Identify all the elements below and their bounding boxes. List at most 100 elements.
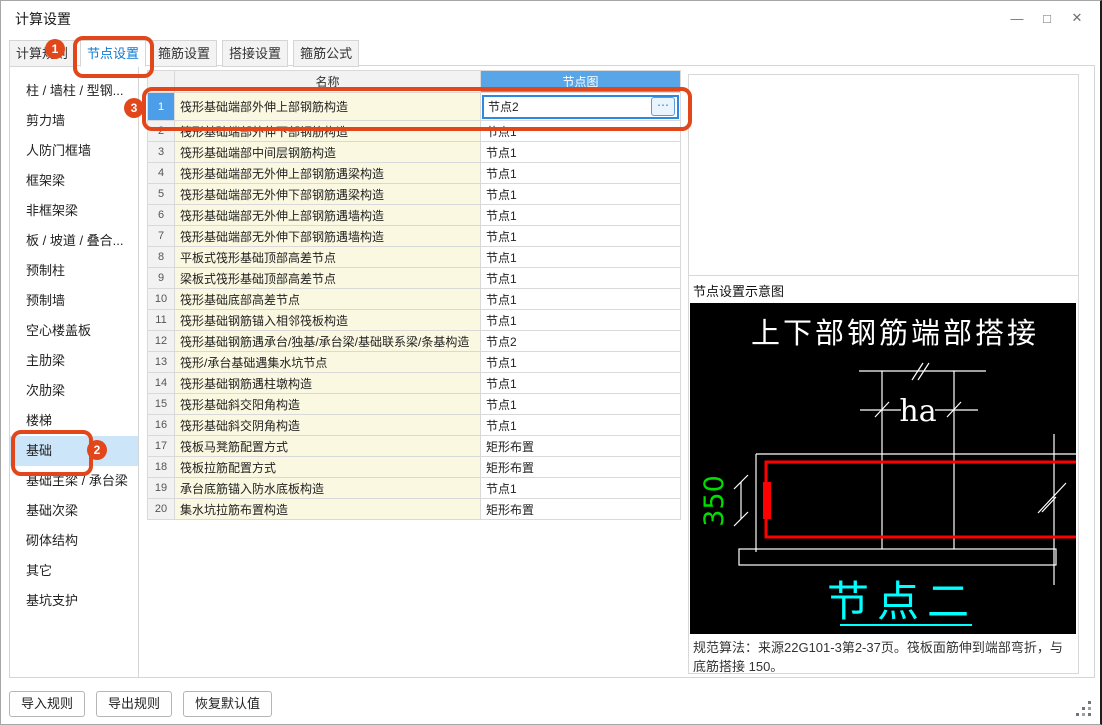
row-number: 15 (147, 393, 175, 415)
sidebar-item[interactable]: 柱 / 墙柱 / 型钢... (10, 76, 138, 106)
tab-content: 柱 / 墙柱 / 型钢... 剪力墙 人防门框墙 框架梁 非框架梁板 / 坡道 / 叠合… (9, 65, 1095, 678)
close-button[interactable]: ✕ (1062, 6, 1092, 30)
sidebar-item[interactable]: 楼梯 (10, 406, 138, 436)
row-name: 筏板马凳筋配置方式 (174, 435, 481, 457)
row-node-value: 节点1 (480, 477, 681, 499)
table-row[interactable]: 9 梁板式筏形基础顶部高差节点 节点1 (147, 267, 681, 289)
table-row[interactable]: 1 筏形基础端部外伸上部钢筋构造 节点2 ⋯ (147, 92, 681, 121)
table-row[interactable]: 17 筏板马凳筋配置方式 矩形布置 (147, 435, 681, 457)
row-number: 19 (147, 477, 175, 499)
header-node-diagram: 节点图 (480, 70, 681, 93)
row-name: 筏形基础端部无外伸下部钢筋遇梁构造 (174, 183, 481, 205)
row-name: 筏形基础端部无外伸上部钢筋遇墙构造 (174, 204, 481, 226)
category-sidebar: 柱 / 墙柱 / 型钢... 剪力墙 人防门框墙 框架梁 非框架梁板 / 坡道 / 叠合… (10, 66, 139, 677)
ellipsis-icon[interactable]: ⋯ (651, 97, 675, 116)
rule-description: 规范算法：来源22G101-3第2-37页。筏板面筋伸到端部弯折，与底筋搭接 1… (693, 640, 1063, 674)
row-node-value: 节点2 (480, 330, 681, 352)
restore-defaults-button[interactable]: 恢复默认值 (183, 691, 273, 717)
row-node-value: 节点1 (480, 309, 681, 331)
sidebar-item[interactable]: 基础主梁 / 承台梁 (10, 466, 138, 496)
row-name: 筏形基础钢筋锚入相邻筏板构造 (174, 309, 481, 331)
table-row[interactable]: 19 承台底筋锚入防水底板构造 节点1 (147, 477, 681, 499)
table-row[interactable]: 6 筏形基础端部无外伸上部钢筋遇墙构造 节点1 (147, 204, 681, 226)
row-number: 8 (147, 246, 175, 268)
table-body: 1 筏形基础端部外伸上部钢筋构造 节点2 ⋯ 2 筏形基础端部外伸下部钢筋构造 节点1 3 筏形… (147, 92, 681, 520)
row-name: 筏形基础端部无外伸上部钢筋遇梁构造 (174, 162, 481, 184)
table-row[interactable]: 12 筏形基础钢筋遇承台/独基/承台梁/基础联系梁/条基构造 节点2 (147, 330, 681, 352)
table-row[interactable]: 18 筏板拉筋配置方式 矩形布置 (147, 456, 681, 478)
maximize-button[interactable]: □ (1032, 6, 1062, 30)
tab-1[interactable]: 计算规则 (9, 40, 76, 67)
table-row[interactable]: 5 筏形基础端部无外伸下部钢筋遇梁构造 节点1 (147, 183, 681, 205)
tab-4[interactable]: 搭接设置 (222, 40, 289, 67)
sidebar-item[interactable]: 非框架梁 (10, 196, 138, 226)
right-panel-empty-area (689, 75, 1078, 276)
row-node-value: 节点1 (480, 204, 681, 226)
header-name: 名称 (174, 70, 481, 93)
diagram-dim-350-label: 350 (699, 475, 730, 527)
table-row[interactable]: 4 筏形基础端部无外伸上部钢筋遇梁构造 节点1 (147, 162, 681, 184)
row-number: 7 (147, 225, 175, 247)
row-name: 筏形基础端部无外伸下部钢筋遇墙构造 (174, 225, 481, 247)
sidebar-item[interactable]: 基础 (10, 436, 138, 466)
diagram-title: 上下部钢筋端部搭接 (751, 316, 1039, 350)
row-name: 筏形基础钢筋遇承台/独基/承台梁/基础联系梁/条基构造 (174, 330, 481, 352)
sidebar-item[interactable]: 空心楼盖板 (10, 316, 138, 346)
preview-title: 节点设置示意图 (693, 284, 785, 299)
tab-5[interactable]: 箍筋公式 (293, 40, 360, 67)
sidebar-item[interactable]: 框架梁 (10, 166, 138, 196)
sidebar-item[interactable]: 砌体结构 (10, 526, 138, 556)
tab-3[interactable]: 箍筋设置 (151, 40, 218, 67)
row-number: 18 (147, 456, 175, 478)
row-number: 14 (147, 372, 175, 394)
row-number: 10 (147, 288, 175, 310)
row-number: 6 (147, 204, 175, 226)
row-node-value: 节点1 (480, 267, 681, 289)
node-value-editor[interactable]: 节点2 ⋯ (482, 94, 679, 119)
sidebar-item[interactable]: 预制墙 (10, 286, 138, 316)
row-node-value: 节点1 (480, 225, 681, 247)
table-row[interactable]: 11 筏形基础钢筋锚入相邻筏板构造 节点1 (147, 309, 681, 331)
sidebar-item[interactable]: 剪力墙 (10, 106, 138, 136)
minimize-button[interactable]: — (1002, 6, 1032, 30)
row-name: 筏板拉筋配置方式 (174, 456, 481, 478)
row-name: 筏形基础斜交阳角构造 (174, 393, 481, 415)
right-panel: 节点设置示意图 上下部钢筋端部搭接 ha 350 节点二 规范算法：来源22G1… (688, 74, 1079, 674)
row-number: 4 (147, 162, 175, 184)
row-node-value: 节点1 (480, 288, 681, 310)
row-number: 12 (147, 330, 175, 352)
row-name: 筏形基础钢筋遇柱墩构造 (174, 372, 481, 394)
import-rules-button[interactable]: 导入规则 (9, 691, 86, 717)
diagram-node-name: 节点二 (827, 577, 977, 626)
resize-grip-icon[interactable] (1076, 701, 1092, 717)
table-row[interactable]: 3 筏形基础端部中间层钢筋构造 节点1 (147, 141, 681, 163)
table-row[interactable]: 8 平板式筏形基础顶部高差节点 节点1 (147, 246, 681, 268)
row-node-value: 矩形布置 (480, 435, 681, 457)
row-number: 11 (147, 309, 175, 331)
row-node-value: 矩形布置 (480, 498, 681, 520)
sidebar-item[interactable]: 人防门框墙 (10, 136, 138, 166)
sidebar-item[interactable]: 预制柱 (10, 256, 138, 286)
sidebar-item[interactable]: 基础次梁 (10, 496, 138, 526)
row-node-value: 节点1 (480, 141, 681, 163)
row-node-value: 节点1 (480, 414, 681, 436)
sidebar-item[interactable]: 次肋梁 (10, 376, 138, 406)
table-row[interactable]: 10 筏形基础底部高差节点 节点1 (147, 288, 681, 310)
table-row[interactable]: 13 筏形/承台基础遇集水坑节点 节点1 (147, 351, 681, 373)
tab-2[interactable]: 节点设置 (80, 40, 147, 67)
table-row[interactable]: 15 筏形基础斜交阳角构造 节点1 (147, 393, 681, 415)
table-row[interactable]: 7 筏形基础端部无外伸下部钢筋遇墙构造 节点1 (147, 225, 681, 247)
table-header-row: 名称 节点图 (147, 70, 681, 93)
table-row[interactable]: 20 集水坑拉筋布置构造 矩形布置 (147, 498, 681, 520)
table-row[interactable]: 2 筏形基础端部外伸下部钢筋构造 节点1 (147, 120, 681, 142)
sidebar-item[interactable]: 板 / 坡道 / 叠合... (10, 226, 138, 256)
table-row[interactable]: 14 筏形基础钢筋遇柱墩构造 节点1 (147, 372, 681, 394)
row-name: 集水坑拉筋布置构造 (174, 498, 481, 520)
export-rules-button[interactable]: 导出规则 (96, 691, 173, 717)
sidebar-item[interactable]: 基坑支护 (10, 586, 138, 616)
table-row[interactable]: 16 筏形基础斜交阴角构造 节点1 (147, 414, 681, 436)
sidebar-item[interactable]: 主肋梁 (10, 346, 138, 376)
row-node-value: 节点1 (480, 120, 681, 142)
sidebar-item[interactable]: 其它 (10, 556, 138, 586)
row-name: 筏形基础底部高差节点 (174, 288, 481, 310)
